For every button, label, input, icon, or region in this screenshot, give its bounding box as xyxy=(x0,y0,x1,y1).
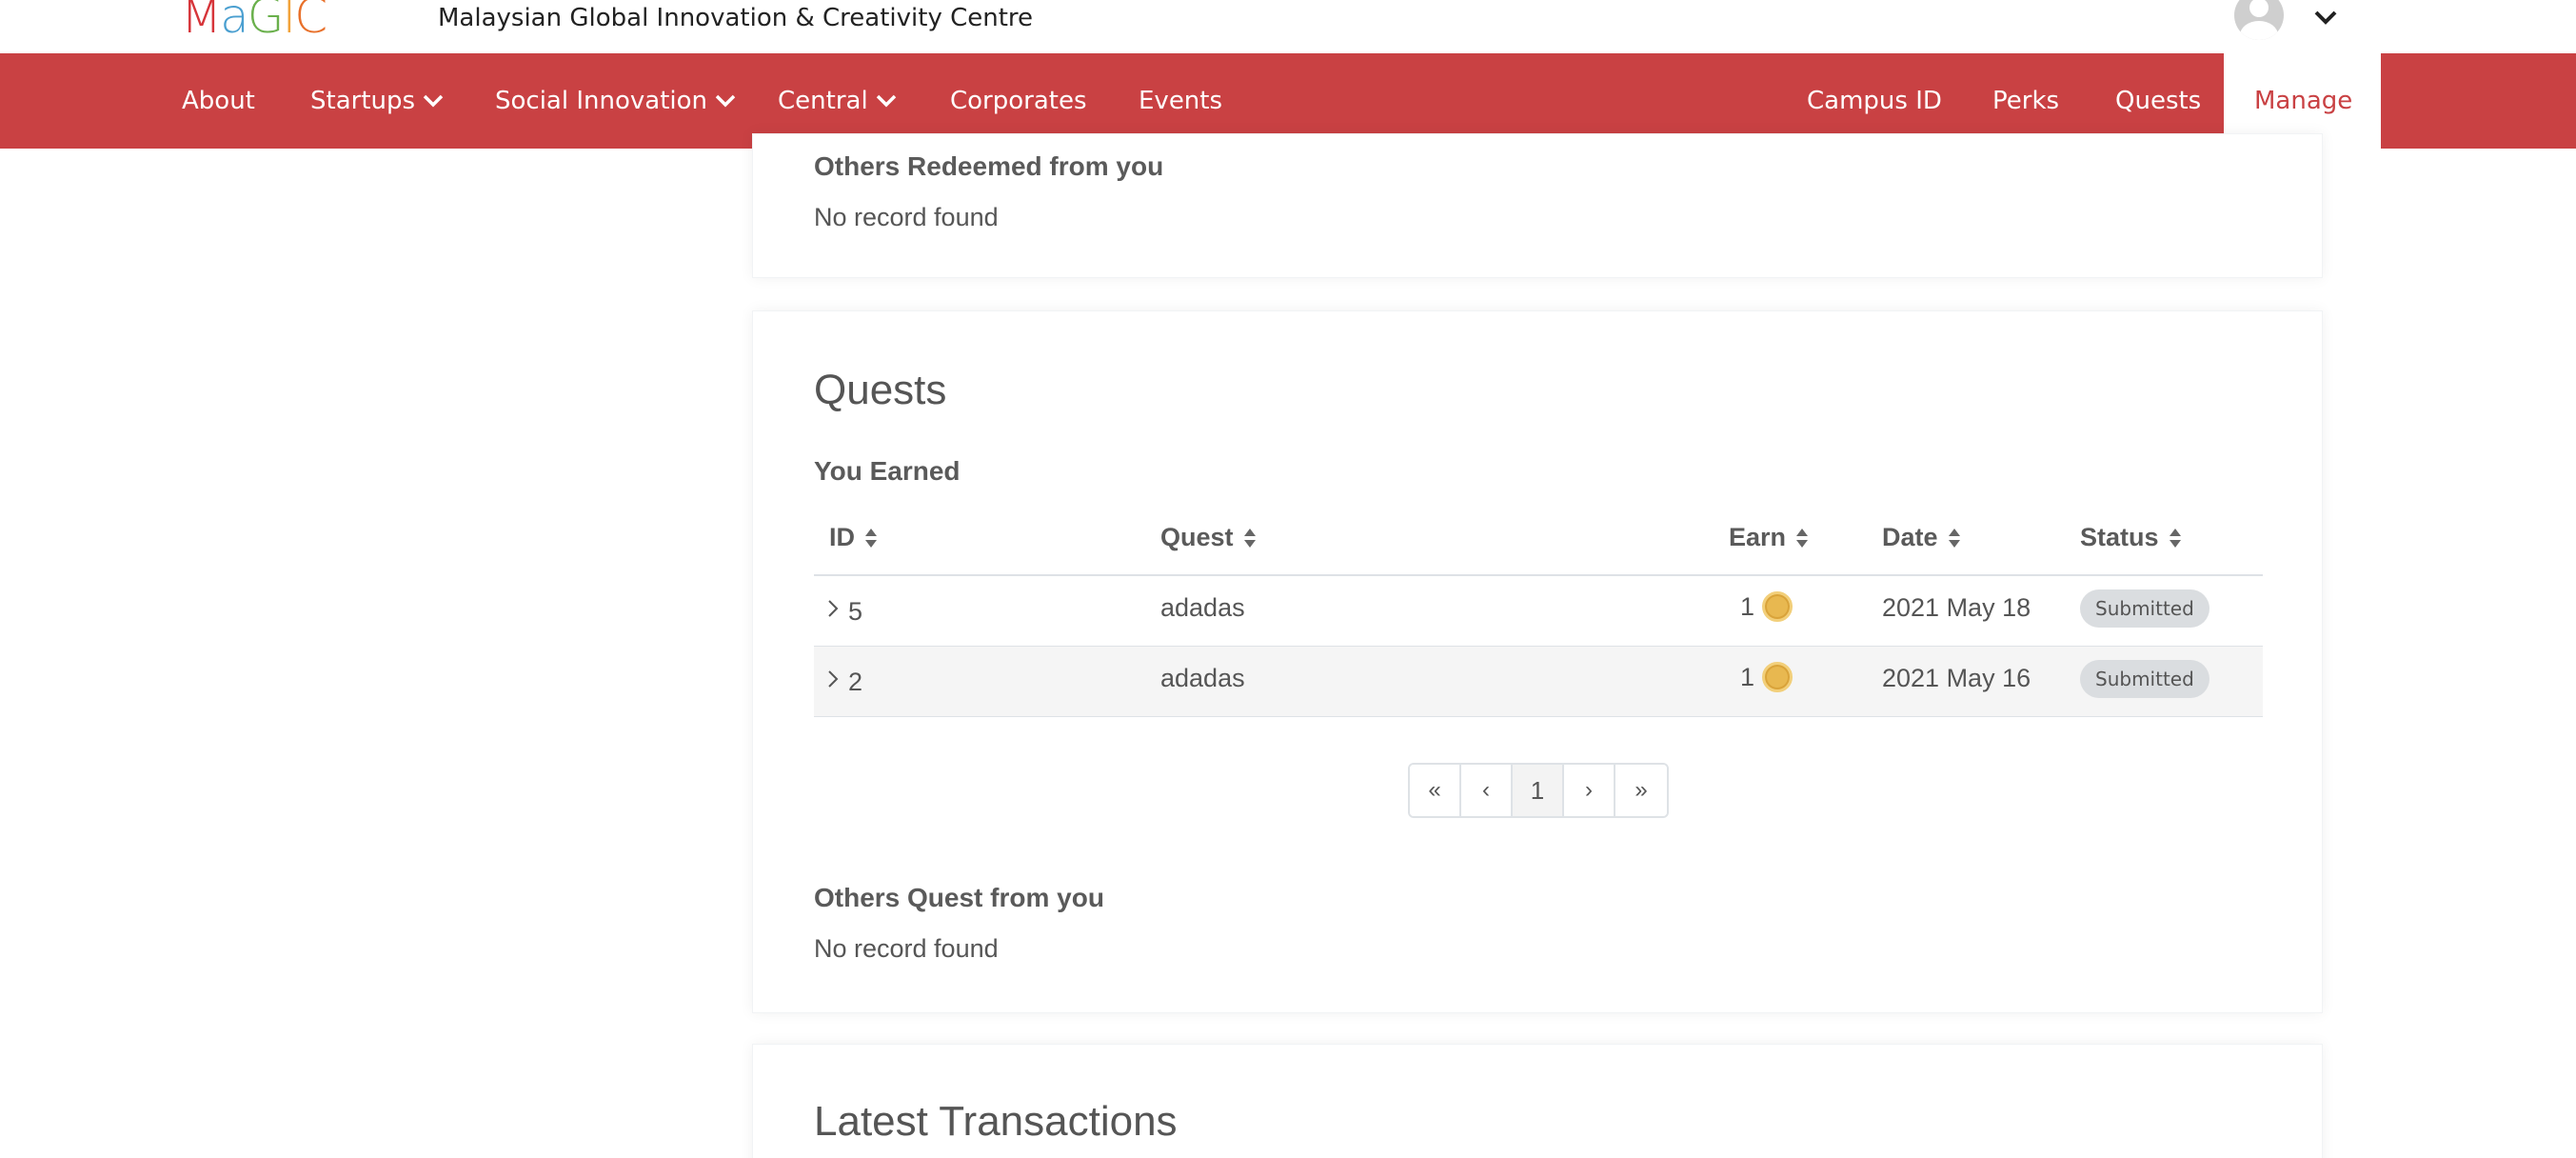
first-page-button[interactable]: « xyxy=(1410,765,1461,816)
magic-logo[interactable]: MaGIC xyxy=(181,0,406,38)
column-label: Quest xyxy=(1160,523,1234,551)
quests-card: Quests You Earned ID Quest Earn Date Sta… xyxy=(752,310,2323,1013)
table-row[interactable]: 2 adadas 1 2021 May 16 Submitted xyxy=(814,647,2263,717)
next-page-button[interactable]: › xyxy=(1564,765,1615,816)
chevron-right-icon[interactable] xyxy=(827,599,839,618)
latest-transactions-title: Latest Transactions xyxy=(814,1098,1178,1145)
nav-item-about[interactable]: About xyxy=(182,53,255,149)
others-quest-heading: Others Quest from you xyxy=(814,883,1104,912)
last-page-button[interactable]: » xyxy=(1615,765,1667,816)
chevron-down-icon xyxy=(876,94,896,108)
column-label: ID xyxy=(829,523,855,551)
site-name: Malaysian Global Innovation & Creativity… xyxy=(438,4,1034,32)
table-header: ID Quest Earn Date Status xyxy=(814,502,2263,576)
quests-table: ID Quest Earn Date Status 5 adadas 1 202… xyxy=(814,502,2263,717)
nav-item-social-innovation[interactable]: Social Innovation xyxy=(495,53,736,149)
row-earn: 1 xyxy=(1740,662,1793,692)
others-quest-empty-text: No record found xyxy=(814,934,999,963)
nav-label: Social Innovation xyxy=(495,87,708,115)
nav-label: About xyxy=(182,87,255,115)
svg-text:MaGIC: MaGIC xyxy=(181,0,326,38)
column-label: Date xyxy=(1882,523,1938,551)
prev-page-button[interactable]: ‹ xyxy=(1461,765,1513,816)
page-1-button[interactable]: 1 xyxy=(1513,765,1564,816)
status-badge: Submitted xyxy=(2080,660,2209,698)
chevron-right-icon[interactable] xyxy=(827,669,839,689)
avatar-icon[interactable] xyxy=(2234,0,2284,40)
pagination: « ‹ 1 › » xyxy=(1408,763,1669,818)
you-earned-heading: You Earned xyxy=(814,456,961,486)
column-header-earn[interactable]: Earn xyxy=(1729,523,1809,552)
column-label: Status xyxy=(2080,523,2159,551)
top-header: MaGIC Malaysian Global Innovation & Crea… xyxy=(0,0,2576,53)
column-header-status[interactable]: Status xyxy=(2080,523,2182,552)
column-label: Earn xyxy=(1729,523,1787,551)
transactions-card: Latest Transactions xyxy=(752,1044,2323,1158)
column-header-id[interactable]: ID xyxy=(829,523,878,552)
nav-item-startups[interactable]: Startups xyxy=(310,53,444,149)
row-quest: adadas xyxy=(1160,593,1245,622)
sort-icon xyxy=(2169,528,2181,548)
redeemed-empty-text: No record found xyxy=(814,203,999,231)
coin-icon xyxy=(1762,662,1793,692)
sort-icon xyxy=(1243,528,1256,548)
earn-value: 1 xyxy=(1740,662,1755,691)
nav-label: Startups xyxy=(310,87,416,115)
row-id: 2 xyxy=(848,668,863,696)
row-quest: adadas xyxy=(1160,664,1245,692)
earn-value: 1 xyxy=(1740,591,1755,621)
coin-icon xyxy=(1762,591,1793,622)
table-row[interactable]: 5 adadas 1 2021 May 18 Submitted xyxy=(814,576,2263,647)
row-date: 2021 May 18 xyxy=(1882,593,2031,622)
others-redeemed-heading: Others Redeemed from you xyxy=(814,151,1164,181)
row-id: 5 xyxy=(848,597,863,626)
column-header-date[interactable]: Date xyxy=(1882,523,1961,552)
row-date: 2021 May 16 xyxy=(1882,664,2031,692)
sort-icon xyxy=(1796,528,1809,548)
chevron-down-icon xyxy=(423,94,444,108)
row-earn: 1 xyxy=(1740,591,1793,622)
status-badge: Submitted xyxy=(2080,589,2209,628)
redeemed-card: Others Redeemed from you No record found xyxy=(752,133,2323,278)
quests-title: Quests xyxy=(814,367,947,413)
column-header-quest[interactable]: Quest xyxy=(1160,523,1257,552)
sort-icon xyxy=(865,528,877,548)
chevron-down-icon[interactable] xyxy=(2313,8,2338,27)
sort-icon xyxy=(1948,528,1960,548)
chevron-down-icon xyxy=(715,94,736,108)
